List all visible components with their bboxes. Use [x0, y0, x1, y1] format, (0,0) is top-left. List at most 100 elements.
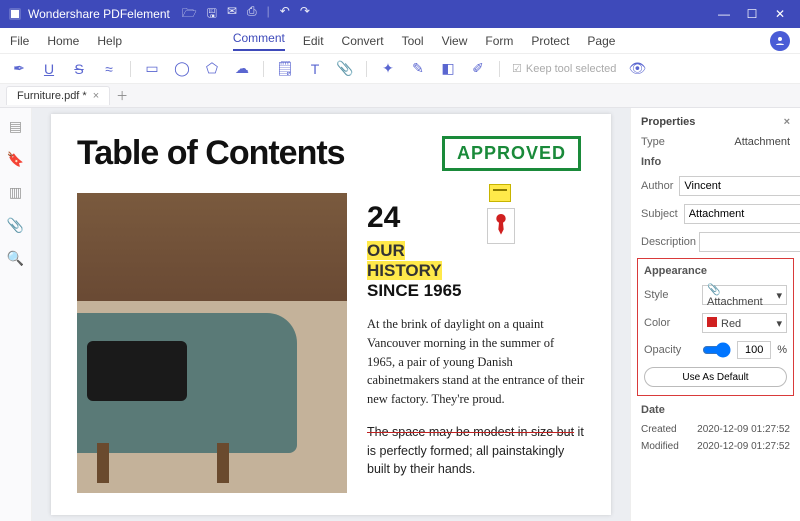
furniture-photo — [77, 193, 347, 493]
textbox-icon[interactable]: T — [306, 60, 324, 78]
opacity-label: Opacity — [644, 344, 696, 356]
checkbox-icon: ☑ — [512, 62, 522, 75]
eraser-icon[interactable]: ◧ — [439, 60, 457, 78]
comments-panel-icon[interactable]: ▥ — [9, 184, 22, 201]
pencil-icon[interactable]: ✐ — [469, 60, 487, 78]
search-icon[interactable]: 🔍 — [7, 250, 24, 267]
description-label: Description — [641, 236, 693, 248]
quick-access-toolbar: 🗁 🖫 ✉ ⎙ | ↶ ↷ — [182, 4, 310, 25]
menu-edit[interactable]: Edit — [303, 34, 324, 48]
attachments-panel-icon[interactable]: 📎 — [7, 217, 24, 234]
page-number-large: 24 — [367, 201, 585, 235]
menu-view[interactable]: View — [442, 34, 468, 48]
new-tab-button[interactable]: ＋ — [116, 87, 128, 104]
titlebar: Wondershare PDFelement 🗁 🖫 ✉ ⎙ | ↶ ↷ ― ☐… — [0, 0, 800, 28]
redo-icon[interactable]: ↷ — [300, 4, 310, 25]
subject-label: Subject — [641, 208, 678, 220]
color-value: Red — [721, 318, 741, 330]
note-icon[interactable]: 🗒 — [276, 60, 294, 78]
mail-icon[interactable]: ✉ — [227, 4, 237, 25]
keep-tool-label: Keep tool selected — [526, 63, 617, 75]
menu-form[interactable]: Form — [485, 34, 513, 48]
menubar: File Home Help Comment Edit Convert Tool… — [0, 28, 800, 54]
print-icon[interactable]: ⎙ — [247, 4, 257, 25]
opacity-slider[interactable] — [702, 342, 731, 358]
body-paragraph-1: At the brink of daylight on a quaint Van… — [367, 315, 585, 409]
close-tab-icon[interactable]: × — [93, 90, 99, 102]
keep-tool-selected[interactable]: ☑ Keep tool selected — [512, 62, 616, 75]
modified-label: Modified — [641, 441, 679, 452]
properties-panel: Properties × Type Attachment Info Author… — [630, 108, 800, 521]
strikethrough-annotation[interactable]: The space may be modest in size but — [367, 425, 574, 439]
highlighted-text-1[interactable]: OUR — [367, 241, 405, 260]
opacity-unit: % — [777, 344, 787, 356]
menu-page[interactable]: Page — [587, 34, 615, 48]
author-input[interactable] — [679, 176, 800, 196]
approved-stamp[interactable]: APPROVED — [442, 136, 581, 171]
type-label: Type — [641, 136, 693, 148]
date-section-header: Date — [641, 404, 790, 416]
text-column: 24 OUR HISTORY SINCE 1965 At the brink o… — [367, 193, 585, 493]
tab-title: Furniture.pdf * — [17, 90, 87, 102]
maximize-button[interactable]: ☐ — [738, 7, 766, 21]
sticky-note-annotation[interactable] — [489, 184, 511, 202]
close-button[interactable]: ✕ — [766, 7, 794, 21]
menu-protect[interactable]: Protect — [531, 34, 569, 48]
author-label: Author — [641, 180, 673, 192]
open-icon[interactable]: 🗁 — [182, 4, 197, 25]
highlight-icon[interactable]: ✒ — [10, 60, 28, 78]
color-chip-icon — [707, 317, 717, 327]
menu-convert[interactable]: Convert — [342, 34, 384, 48]
highlighted-text-2[interactable]: HISTORY — [367, 261, 442, 280]
workarea: ▤ 🔖 ▥ 📎 🔍 Table of Contents APPROVED 24 … — [0, 108, 800, 521]
close-panel-icon[interactable]: × — [784, 116, 790, 128]
undo-icon[interactable]: ↶ — [280, 4, 290, 25]
appearance-header: Appearance — [644, 265, 787, 277]
style-select[interactable]: 📎 Attachment ▾ — [702, 285, 787, 305]
strikethrough-icon[interactable]: S — [70, 60, 88, 78]
modified-value: 2020-12-09 01:27:52 — [697, 441, 790, 452]
description-input[interactable] — [699, 232, 800, 252]
document-tab[interactable]: Furniture.pdf * × — [6, 86, 110, 105]
opacity-input[interactable] — [737, 341, 771, 359]
oval-icon[interactable]: ◯ — [173, 60, 191, 78]
thumbnails-icon[interactable]: ▤ — [9, 118, 22, 135]
app-logo-icon — [6, 5, 24, 23]
appearance-section: Appearance Style 📎 Attachment ▾ Color Re… — [637, 258, 794, 396]
minimize-button[interactable]: ― — [710, 7, 738, 21]
menu-comment[interactable]: Comment — [233, 31, 285, 51]
color-select[interactable]: Red ▾ — [702, 313, 787, 333]
style-label: Style — [644, 289, 696, 301]
bookmarks-icon[interactable]: 🔖 — [7, 151, 24, 168]
subject-input[interactable] — [684, 204, 800, 224]
underline-icon[interactable]: U — [40, 60, 58, 78]
pdf-page: Table of Contents APPROVED 24 OUR HISTOR… — [51, 114, 611, 515]
menu-file[interactable]: File — [10, 34, 29, 48]
since-text: SINCE 1965 — [367, 281, 462, 300]
squiggly-icon[interactable]: ≈ — [100, 60, 118, 78]
rectangle-icon[interactable]: ▭ — [143, 60, 161, 78]
left-sidebar: ▤ 🔖 ▥ 📎 🔍 — [0, 108, 32, 521]
style-value: Attachment — [707, 296, 763, 308]
body-paragraph-2: The space may be modest in size but it i… — [367, 423, 585, 479]
use-as-default-button[interactable]: Use As Default — [644, 367, 787, 387]
menu-tool[interactable]: Tool — [402, 34, 424, 48]
document-tabbar: Furniture.pdf * × ＋ — [0, 84, 800, 108]
attachment-icon[interactable]: 📎 — [336, 60, 354, 78]
cloud-icon[interactable]: ☁ — [233, 60, 251, 78]
menu-home[interactable]: Home — [47, 34, 79, 48]
attachment-annotation[interactable] — [487, 208, 515, 244]
color-label: Color — [644, 317, 696, 329]
chevron-down-icon: ▾ — [776, 317, 782, 330]
visibility-icon[interactable]: 👁 — [628, 60, 646, 78]
document-canvas[interactable]: Table of Contents APPROVED 24 OUR HISTOR… — [32, 108, 630, 521]
app-name: Wondershare PDFelement — [28, 7, 170, 21]
menu-help[interactable]: Help — [97, 34, 122, 48]
signature-icon[interactable]: ✎ — [409, 60, 427, 78]
polygon-icon[interactable]: ⬠ — [203, 60, 221, 78]
user-avatar[interactable] — [770, 31, 790, 51]
info-section-header: Info — [641, 156, 790, 168]
comment-toolbar: ✒ U S ≈ ▭ ◯ ⬠ ☁ 🗒 T 📎 ✦ ✎ ◧ ✐ ☑ Keep too… — [0, 54, 800, 84]
stamp-icon[interactable]: ✦ — [379, 60, 397, 78]
save-icon[interactable]: 🖫 — [207, 4, 217, 25]
